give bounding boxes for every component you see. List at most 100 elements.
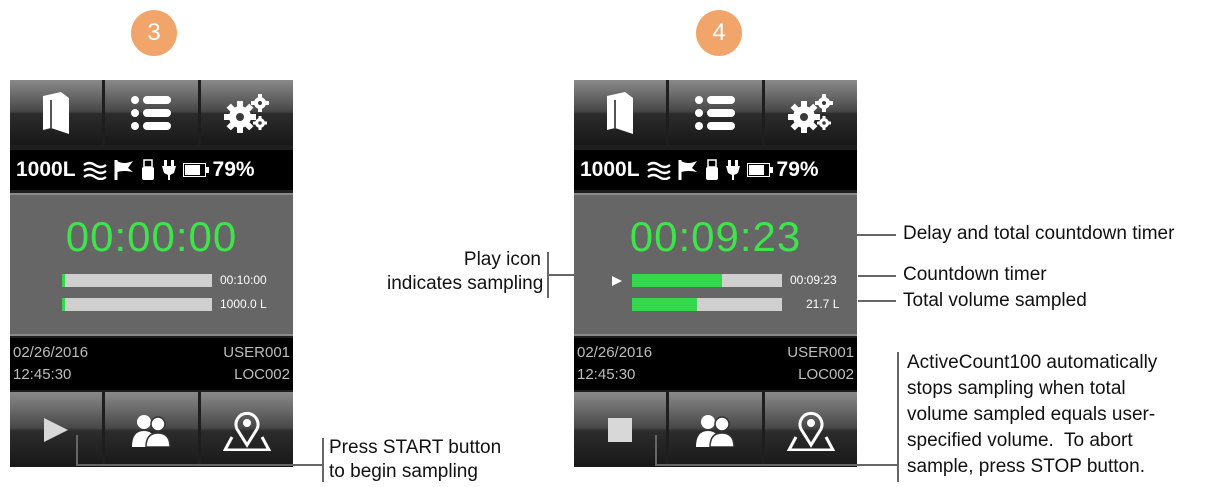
users-button[interactable] bbox=[669, 392, 762, 467]
plug-icon bbox=[725, 159, 740, 181]
volume-progress-value: 21.7 L bbox=[806, 297, 840, 311]
time-progress-fill bbox=[632, 273, 722, 287]
volume-setting: 1000L bbox=[16, 158, 76, 181]
step-badge-3: 3 bbox=[131, 10, 177, 56]
timer-panel: 00:09:23 00:09:23 21.7 L bbox=[574, 193, 857, 336]
countdown-clock: 00:09:23 bbox=[629, 213, 802, 260]
user-label: USER001 bbox=[223, 344, 290, 361]
time-progress: 00:10:00 bbox=[62, 273, 267, 287]
auto-stop-line1: ActiveCount100 automatically bbox=[907, 352, 1158, 373]
auto-stop-line5: sample, press STOP button. bbox=[907, 456, 1145, 477]
play-callout-line-h bbox=[547, 274, 607, 276]
volume-progress: 1000.0 L bbox=[62, 297, 267, 311]
sampling-play-indicator bbox=[612, 276, 622, 286]
time-progress-value: 00:09:23 bbox=[790, 273, 837, 287]
volume-progress-fill bbox=[62, 297, 65, 311]
user-label: USER001 bbox=[787, 344, 854, 361]
users-icon bbox=[696, 414, 736, 447]
stop-callout-line-v bbox=[655, 435, 657, 465]
play-icon-note: Play icon indicates sampling bbox=[387, 248, 544, 296]
device-screen-step-3: 1000L 79% 00:00:00 00:10:00 1000.0 L 02/… bbox=[10, 80, 293, 467]
timer-panel: 00:00:00 00:10:00 1000.0 L bbox=[10, 193, 293, 336]
total-volume-note: Total volume sampled bbox=[903, 290, 1087, 311]
flag-icon bbox=[114, 159, 134, 181]
time-progress: 00:09:23 bbox=[632, 273, 837, 287]
location-label: LOC002 bbox=[234, 366, 290, 383]
battery-icon bbox=[746, 163, 773, 177]
map-pin-icon bbox=[222, 411, 272, 451]
flow-icon bbox=[646, 160, 671, 180]
book-icon bbox=[607, 91, 634, 134]
stop-callout-line-h bbox=[655, 464, 899, 466]
bottom-toolbar bbox=[10, 392, 293, 467]
volume-callout-line bbox=[858, 300, 896, 302]
top-toolbar bbox=[574, 80, 857, 145]
start-callout-line-h bbox=[76, 464, 324, 466]
time-progress-fill bbox=[62, 273, 65, 287]
time-progress-bar bbox=[632, 273, 782, 287]
settings-button[interactable] bbox=[764, 80, 857, 145]
time-label: 12:45:30 bbox=[13, 366, 72, 383]
status-bar: 1000L 79% bbox=[10, 150, 293, 190]
volume-progress-bar bbox=[62, 297, 212, 311]
top-toolbar bbox=[10, 80, 293, 145]
info-panel: 02/26/2016 12:45:30 USER001 LOC002 bbox=[10, 338, 293, 390]
press-start-line1: Press START button bbox=[329, 437, 502, 458]
stop-button[interactable] bbox=[574, 392, 667, 467]
list-icon bbox=[131, 95, 172, 130]
book-icon bbox=[43, 91, 70, 134]
start-callout-bracket bbox=[322, 438, 324, 482]
gear-icon bbox=[223, 93, 269, 133]
press-start-line2: to begin sampling bbox=[329, 461, 478, 482]
play-icon-line2: indicates sampling bbox=[387, 273, 544, 294]
start-button[interactable] bbox=[10, 392, 103, 467]
battery-icon bbox=[182, 163, 209, 177]
play-icon-line1: Play icon bbox=[463, 249, 541, 270]
info-panel: 02/26/2016 12:45:30 USER001 LOC002 bbox=[574, 338, 857, 390]
countdown-callout-line bbox=[858, 275, 896, 277]
location-button[interactable] bbox=[764, 392, 857, 467]
start-callout-line-v bbox=[76, 435, 78, 465]
settings-button[interactable] bbox=[200, 80, 293, 145]
gear-icon bbox=[787, 93, 833, 133]
device-screen-step-4: 1000L 79% 00:09:23 00:09:23 21.7 L 02/26… bbox=[574, 80, 857, 467]
auto-stop-line4: specified volume. To abort bbox=[907, 430, 1133, 451]
volume-progress-bar bbox=[632, 297, 782, 311]
volume-progress-fill bbox=[632, 297, 697, 311]
date-label: 02/26/2016 bbox=[577, 344, 653, 361]
status-bar: 1000L 79% bbox=[574, 150, 857, 190]
list-button[interactable] bbox=[669, 80, 762, 145]
location-label: LOC002 bbox=[798, 366, 854, 383]
flow-icon bbox=[82, 160, 107, 180]
time-progress-value: 00:10:00 bbox=[220, 273, 267, 287]
auto-stop-line2: stops sampling when total bbox=[907, 378, 1126, 399]
battery-percent: 79% bbox=[776, 158, 819, 181]
delay-callout-line bbox=[828, 234, 896, 236]
volume-progress-value: 1000.0 L bbox=[220, 297, 267, 311]
users-icon bbox=[132, 414, 172, 447]
list-button[interactable] bbox=[105, 80, 198, 145]
battery-percent: 79% bbox=[212, 158, 255, 181]
flag-icon bbox=[678, 159, 698, 181]
stop-icon bbox=[608, 417, 633, 442]
manual-button[interactable] bbox=[10, 80, 103, 145]
delay-timer-note: Delay and total countdown timer bbox=[903, 223, 1175, 244]
countdown-timer-note: Countdown timer bbox=[903, 264, 1047, 285]
volume-progress: 21.7 L bbox=[632, 297, 839, 311]
manual-button[interactable] bbox=[574, 80, 667, 145]
play-icon bbox=[44, 417, 69, 442]
users-button[interactable] bbox=[105, 392, 198, 467]
date-label: 02/26/2016 bbox=[13, 344, 89, 361]
location-button[interactable] bbox=[200, 392, 293, 467]
press-start-note: Press START button to begin sampling bbox=[329, 436, 501, 484]
auto-stop-note: ActiveCount100 automatically stops sampl… bbox=[907, 350, 1157, 480]
time-progress-bar bbox=[62, 273, 212, 287]
stop-callout-bracket bbox=[897, 352, 899, 482]
usb-icon bbox=[705, 159, 719, 181]
step-badge-4: 4 bbox=[696, 10, 742, 56]
volume-setting: 1000L bbox=[580, 158, 640, 181]
usb-icon bbox=[141, 159, 155, 181]
time-label: 12:45:30 bbox=[577, 366, 636, 383]
list-icon bbox=[695, 95, 736, 130]
countdown-clock: 00:00:00 bbox=[65, 213, 238, 260]
